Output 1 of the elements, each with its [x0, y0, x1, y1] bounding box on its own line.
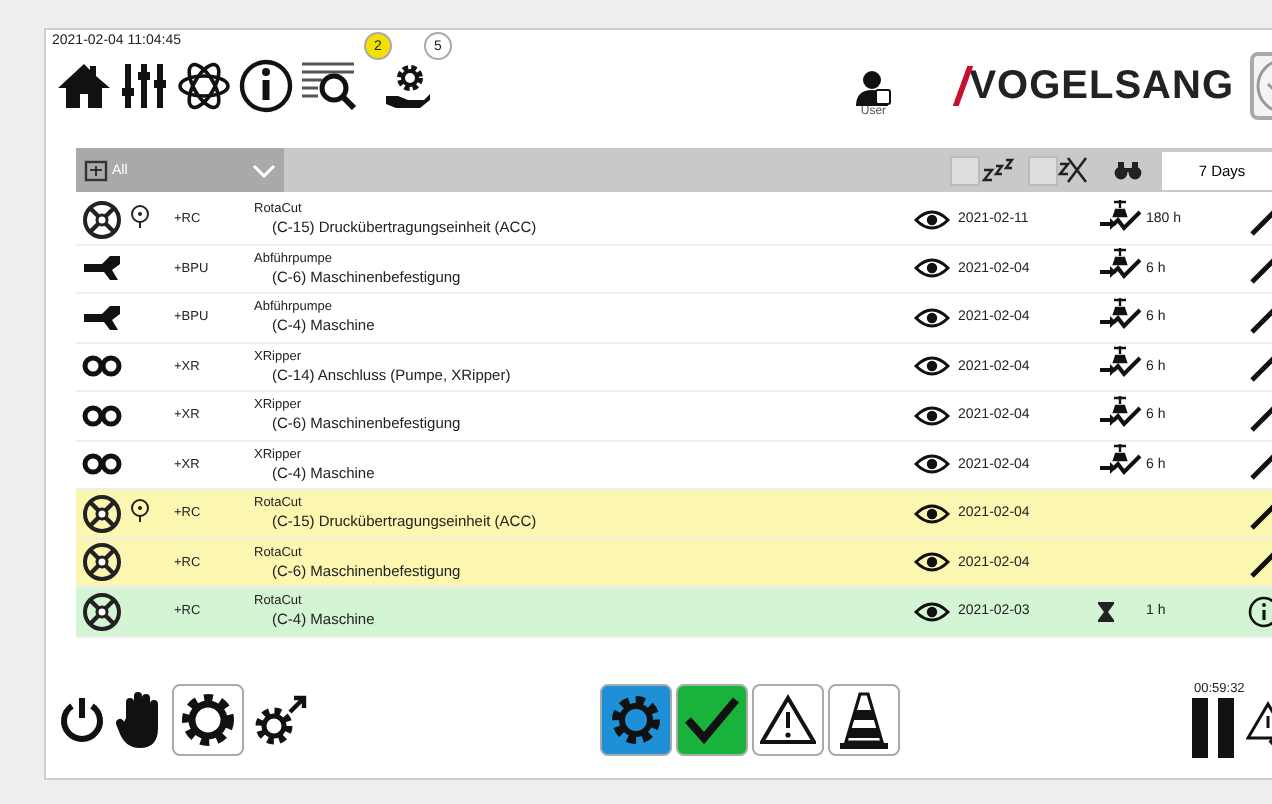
logo: VOGELSANG	[969, 63, 1234, 109]
